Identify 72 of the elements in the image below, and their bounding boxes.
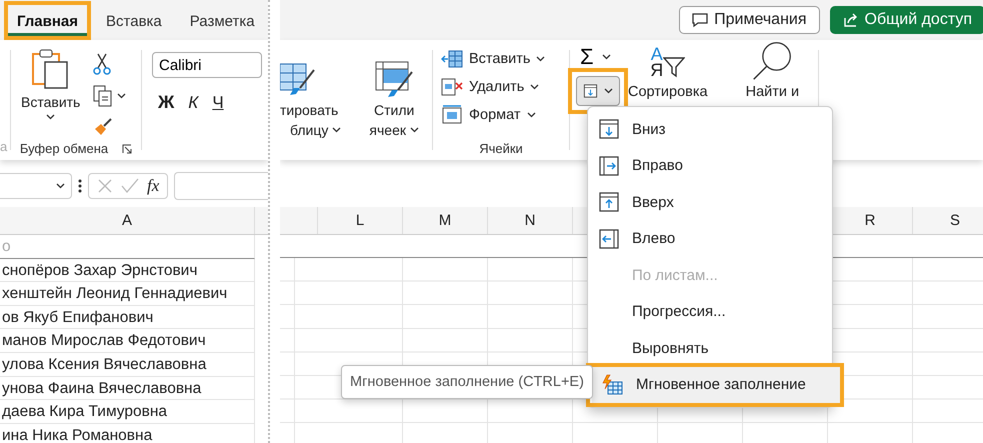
paste-button[interactable]: Вставить xyxy=(17,46,84,141)
comment-icon xyxy=(692,12,708,28)
chevron-icon xyxy=(602,54,611,60)
comments-button[interactable]: Примечания xyxy=(679,6,820,34)
sort-filter-button[interactable]: А Я Сортировка xyxy=(628,40,708,106)
table-cell: ина Ника Романовна xyxy=(0,424,255,443)
font-name-field[interactable]: Calibri xyxy=(152,52,262,78)
chevron-icon xyxy=(332,127,342,133)
chevron-icon xyxy=(410,127,419,133)
cell-styles-icon xyxy=(374,60,414,98)
cells-format-button[interactable]: Формат xyxy=(439,104,563,126)
menu-item[interactable]: Вправо xyxy=(588,148,832,184)
fill-down-icon xyxy=(598,118,620,140)
menu-item[interactable]: Прогрессия... xyxy=(588,294,832,330)
insert-function-button[interactable]: fx xyxy=(147,176,160,196)
filter-icon xyxy=(663,56,686,78)
menu-item[interactable]: Выровнять xyxy=(588,330,832,366)
ribbon-tab[interactable]: Разметка xyxy=(180,4,264,36)
column-header[interactable]: S xyxy=(913,207,983,234)
clipboard-icon xyxy=(30,48,71,90)
share-icon xyxy=(842,12,858,28)
table-cell: снопёров Захар Эрнстович xyxy=(0,258,255,282)
chevron-icon xyxy=(526,112,536,118)
menu-item[interactable]: Вниз xyxy=(588,111,832,148)
ribbon-tab[interactable]: Главная xyxy=(8,4,88,36)
dialog-launcher-icon[interactable] xyxy=(122,144,132,154)
text-style-button[interactable]: Ж xyxy=(158,92,174,113)
chevron-icon xyxy=(117,93,126,99)
fill-up-icon xyxy=(598,191,620,214)
fill-left-icon xyxy=(598,228,620,250)
ribbon-tab[interactable]: Вставка xyxy=(97,4,171,36)
flash-fill-icon xyxy=(602,374,624,396)
find-button[interactable]: Найти и xyxy=(746,40,800,106)
table-cell: хенштейн Леонид Геннадиевич xyxy=(0,282,255,306)
table-cell: манов Мирослав Федотович xyxy=(0,329,255,353)
chevron-icon xyxy=(530,84,540,90)
copy-icon xyxy=(93,85,114,107)
table-cell: ов Якуб Епифанович xyxy=(0,306,255,330)
insert-cells-icon xyxy=(441,49,463,69)
chevron-icon xyxy=(56,183,65,189)
autosum-button[interactable]: Σ xyxy=(576,44,628,70)
checkmark-icon[interactable] xyxy=(121,178,139,194)
column-header[interactable]: N xyxy=(488,207,573,234)
cells-insert-button[interactable]: Вставить xyxy=(439,48,563,70)
group-label: Ячейки xyxy=(479,141,523,156)
group-label: Буфер обмена xyxy=(20,141,108,156)
fill-right-icon xyxy=(598,154,620,177)
table-cell: унова Фаина Вячеславовна xyxy=(0,376,255,400)
table-cell: улова Ксения Вячеславовна xyxy=(0,352,255,377)
table-cell: даева Кира Тимуровна xyxy=(0,400,255,424)
text-style-button[interactable]: Ч xyxy=(212,92,224,113)
format-as-table-button[interactable]: тировать блицу xyxy=(280,58,346,140)
copy-button[interactable] xyxy=(92,84,128,108)
scissors-icon xyxy=(93,53,112,75)
chevron-icon xyxy=(604,88,613,94)
text-style-button[interactable]: К xyxy=(188,92,198,113)
group-label: а xyxy=(0,139,8,154)
column-header[interactable]: L xyxy=(318,207,403,234)
column-header[interactable]: M xyxy=(403,207,488,234)
fill-button[interactable] xyxy=(576,76,620,106)
chevron-icon xyxy=(536,56,546,62)
cell-styles-button[interactable]: Стили ячеек xyxy=(365,58,423,140)
chevron-icon xyxy=(46,114,56,120)
cells-delete-button[interactable]: Удалить xyxy=(439,76,563,98)
delete-cells-icon xyxy=(441,77,463,97)
share-button[interactable]: Общий доступ xyxy=(830,6,983,34)
tooltip: Мгновенное заполнение (CTRL+E) xyxy=(341,365,593,399)
table-cell: о xyxy=(0,235,255,259)
menu-item[interactable]: Мгновенное заполнение xyxy=(592,366,840,403)
brush-icon xyxy=(93,117,114,137)
more-icon[interactable] xyxy=(78,179,82,193)
format-cells-icon xyxy=(441,105,463,125)
